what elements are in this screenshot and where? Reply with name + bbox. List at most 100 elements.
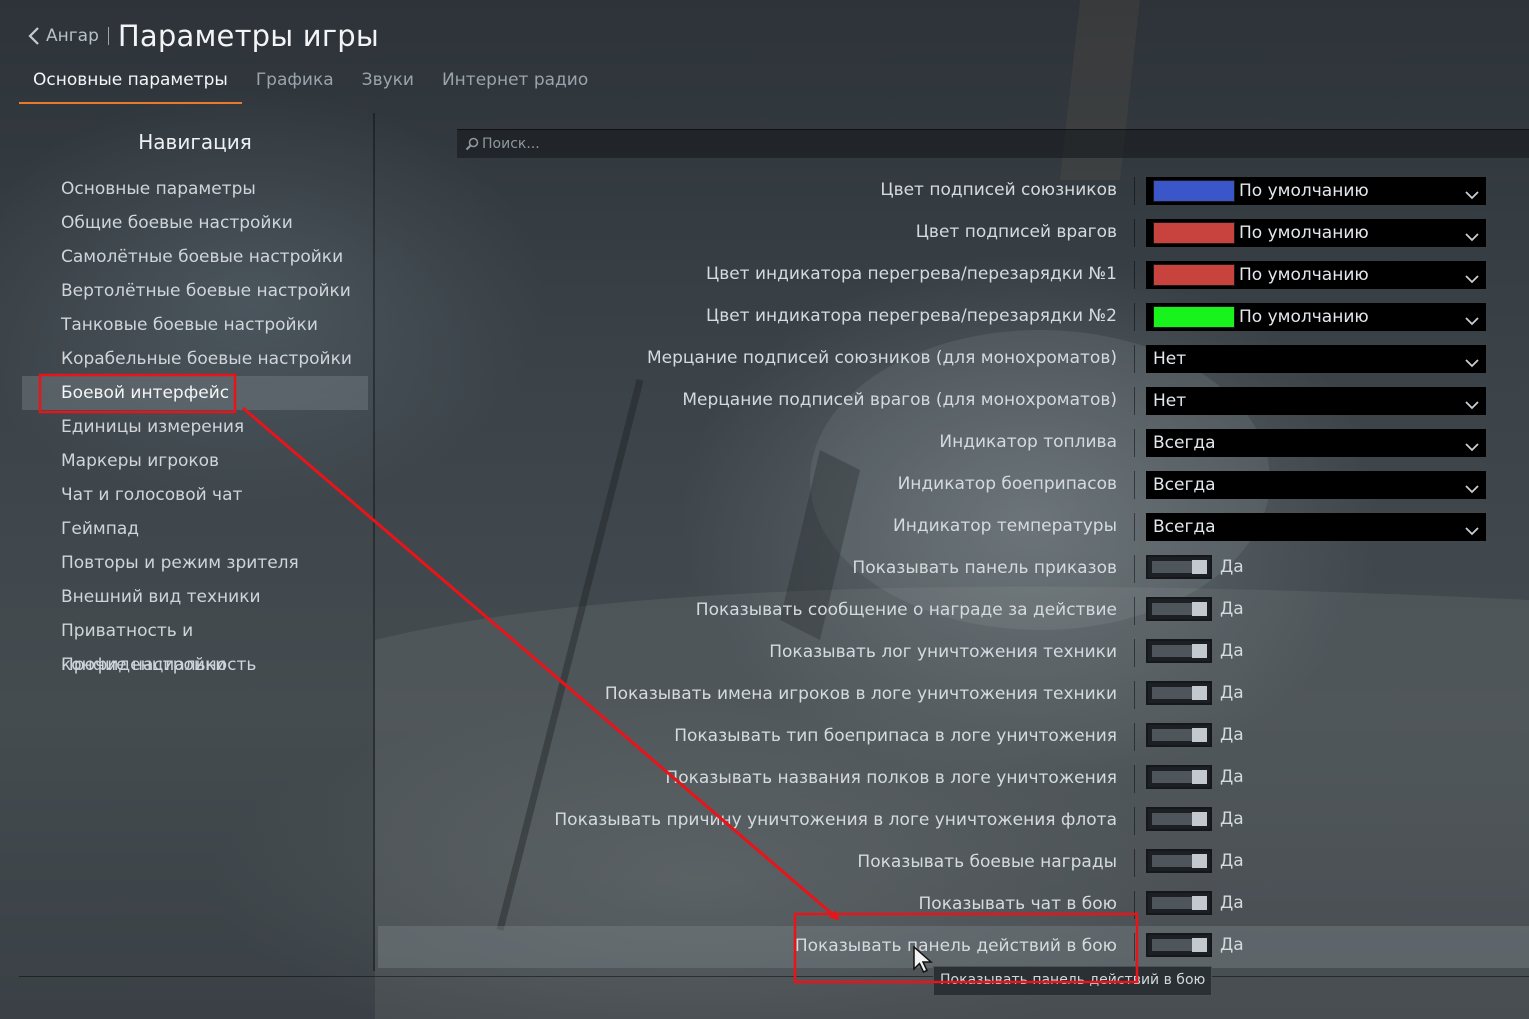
toggle-track[interactable]	[1146, 681, 1212, 705]
nav-item-6[interactable]: Корабельные боевые настройки	[22, 342, 368, 376]
nav-item-8[interactable]: Единицы измерения	[22, 410, 368, 444]
setting-row: Показывать имена игроков в логе уничтоже…	[378, 674, 1529, 716]
toggle-value: Да	[1220, 809, 1244, 829]
toggle-switch[interactable]: Да	[1146, 639, 1244, 663]
nav-item-11[interactable]: Геймпад	[22, 512, 368, 546]
row-divider	[1134, 849, 1135, 877]
toggle-switch[interactable]: Да	[1146, 807, 1244, 831]
setting-row: Показывать боевые награды Да	[378, 842, 1529, 884]
nav-item-5[interactable]: Танковые боевые настройки	[22, 308, 368, 342]
nav-item-4[interactable]: Вертолётные боевые настройки	[22, 274, 368, 308]
nav-divider	[373, 113, 375, 971]
setting-label: Показывать панель приказов	[852, 558, 1117, 578]
tab-graphics[interactable]: Графика	[242, 62, 348, 102]
setting-row: Показывать панель приказов Да	[378, 548, 1529, 590]
nav-item-1[interactable]: Основные параметры	[22, 172, 368, 206]
color-select[interactable]: По умолчанию	[1146, 303, 1486, 331]
toggle-track[interactable]	[1146, 849, 1212, 873]
toggle-knob[interactable]	[1192, 938, 1207, 952]
row-divider	[1134, 639, 1135, 667]
row-divider	[1134, 303, 1135, 331]
toggle-track[interactable]	[1146, 933, 1212, 957]
setting-label: Показывать сообщение о награде за действ…	[695, 600, 1117, 620]
toggle-switch[interactable]: Да	[1146, 849, 1244, 873]
setting-row: Цвет индикатора перегрева/перезарядки №1…	[378, 254, 1529, 296]
back-button[interactable]: Ангар	[28, 26, 99, 46]
toggle-value: Да	[1220, 893, 1244, 913]
row-divider	[1134, 933, 1135, 961]
row-divider	[1134, 177, 1135, 205]
toggle-switch[interactable]: Да	[1146, 891, 1244, 915]
tab-internet-radio[interactable]: Интернет радио	[428, 62, 602, 102]
setting-row: Индикатор боеприпасов Всегда	[378, 464, 1529, 506]
toggle-knob[interactable]	[1192, 686, 1207, 700]
nav-item-14[interactable]: Приватность и конфиденциальность	[22, 614, 368, 675]
toggle-track[interactable]	[1146, 807, 1212, 831]
option-select[interactable]: Нет	[1146, 345, 1486, 373]
color-select[interactable]: По умолчанию	[1146, 219, 1486, 247]
toggle-value: Да	[1220, 599, 1244, 619]
toggle-switch[interactable]: Да	[1146, 681, 1244, 705]
toggle-track[interactable]	[1146, 555, 1212, 579]
chevron-down-icon	[1465, 443, 1479, 452]
toggle-track[interactable]	[1146, 639, 1212, 663]
search-bar[interactable]	[457, 129, 1529, 158]
setting-row: Показывать тип боеприпаса в логе уничтож…	[378, 716, 1529, 758]
toggle-switch[interactable]: Да	[1146, 723, 1244, 747]
chevron-left-icon	[28, 27, 39, 45]
nav-item-15[interactable]: Прочие настройки	[22, 648, 368, 682]
toggle-knob[interactable]	[1192, 560, 1207, 574]
nav-item-10[interactable]: Чат и голосовой чат	[22, 478, 368, 512]
setting-row: Цвет подписей врагов По умолчанию	[378, 212, 1529, 254]
setting-label: Показывать имена игроков в логе уничтоже…	[604, 684, 1117, 704]
toggle-knob[interactable]	[1192, 728, 1207, 742]
color-select[interactable]: По умолчанию	[1146, 261, 1486, 289]
toggle-switch[interactable]: Да	[1146, 933, 1244, 957]
setting-row: Показывать сообщение о награде за действ…	[378, 590, 1529, 632]
setting-label: Показывать лог уничтожения техники	[769, 642, 1117, 662]
setting-label: Цвет индикатора перегрева/перезарядки №1	[706, 264, 1117, 284]
tab-general[interactable]: Основные параметры	[19, 62, 242, 104]
option-select[interactable]: Всегда	[1146, 471, 1486, 499]
toggle-track[interactable]	[1146, 723, 1212, 747]
select-value: Нет	[1153, 349, 1187, 369]
setting-row: Показывать названия полков в логе уничто…	[378, 758, 1529, 800]
row-divider	[1134, 429, 1135, 457]
row-divider	[1134, 471, 1135, 499]
setting-row: Цвет подписей союзников По умолчанию	[378, 170, 1529, 212]
nav-item-2[interactable]: Общие боевые настройки	[22, 206, 368, 240]
nav-item-12[interactable]: Повторы и режим зрителя	[22, 546, 368, 580]
toggle-knob[interactable]	[1192, 602, 1207, 616]
row-divider	[1134, 807, 1135, 835]
toggle-knob[interactable]	[1192, 896, 1207, 910]
toggle-track[interactable]	[1146, 765, 1212, 789]
row-divider	[1134, 597, 1135, 625]
nav-item-13[interactable]: Внешний вид техники	[22, 580, 368, 614]
toggle-track[interactable]	[1146, 891, 1212, 915]
toggle-switch[interactable]: Да	[1146, 597, 1244, 621]
nav-item-7[interactable]: Боевой интерфейс	[22, 376, 368, 410]
toggle-switch[interactable]: Да	[1146, 555, 1244, 579]
toggle-knob[interactable]	[1192, 770, 1207, 784]
toggle-value: Да	[1220, 557, 1244, 577]
toggle-value: Да	[1220, 725, 1244, 745]
option-select[interactable]: Всегда	[1146, 513, 1486, 541]
setting-row: Индикатор температуры Всегда	[378, 506, 1529, 548]
color-select[interactable]: По умолчанию	[1146, 177, 1486, 205]
nav-item-3[interactable]: Самолётные боевые настройки	[22, 240, 368, 274]
row-divider	[1134, 345, 1135, 373]
toggle-knob[interactable]	[1192, 812, 1207, 826]
toggle-knob[interactable]	[1192, 854, 1207, 868]
search-input[interactable]	[482, 136, 1382, 152]
option-select[interactable]: Нет	[1146, 387, 1486, 415]
toggle-knob[interactable]	[1192, 644, 1207, 658]
nav-item-9[interactable]: Маркеры игроков	[22, 444, 368, 478]
toggle-track[interactable]	[1146, 597, 1212, 621]
chevron-down-icon	[1465, 485, 1479, 494]
select-value: По умолчанию	[1239, 181, 1369, 201]
setting-label: Цвет подписей союзников	[880, 180, 1117, 200]
option-select[interactable]: Всегда	[1146, 429, 1486, 457]
tab-sound[interactable]: Звуки	[348, 62, 428, 102]
row-divider	[1134, 261, 1135, 289]
toggle-switch[interactable]: Да	[1146, 765, 1244, 789]
